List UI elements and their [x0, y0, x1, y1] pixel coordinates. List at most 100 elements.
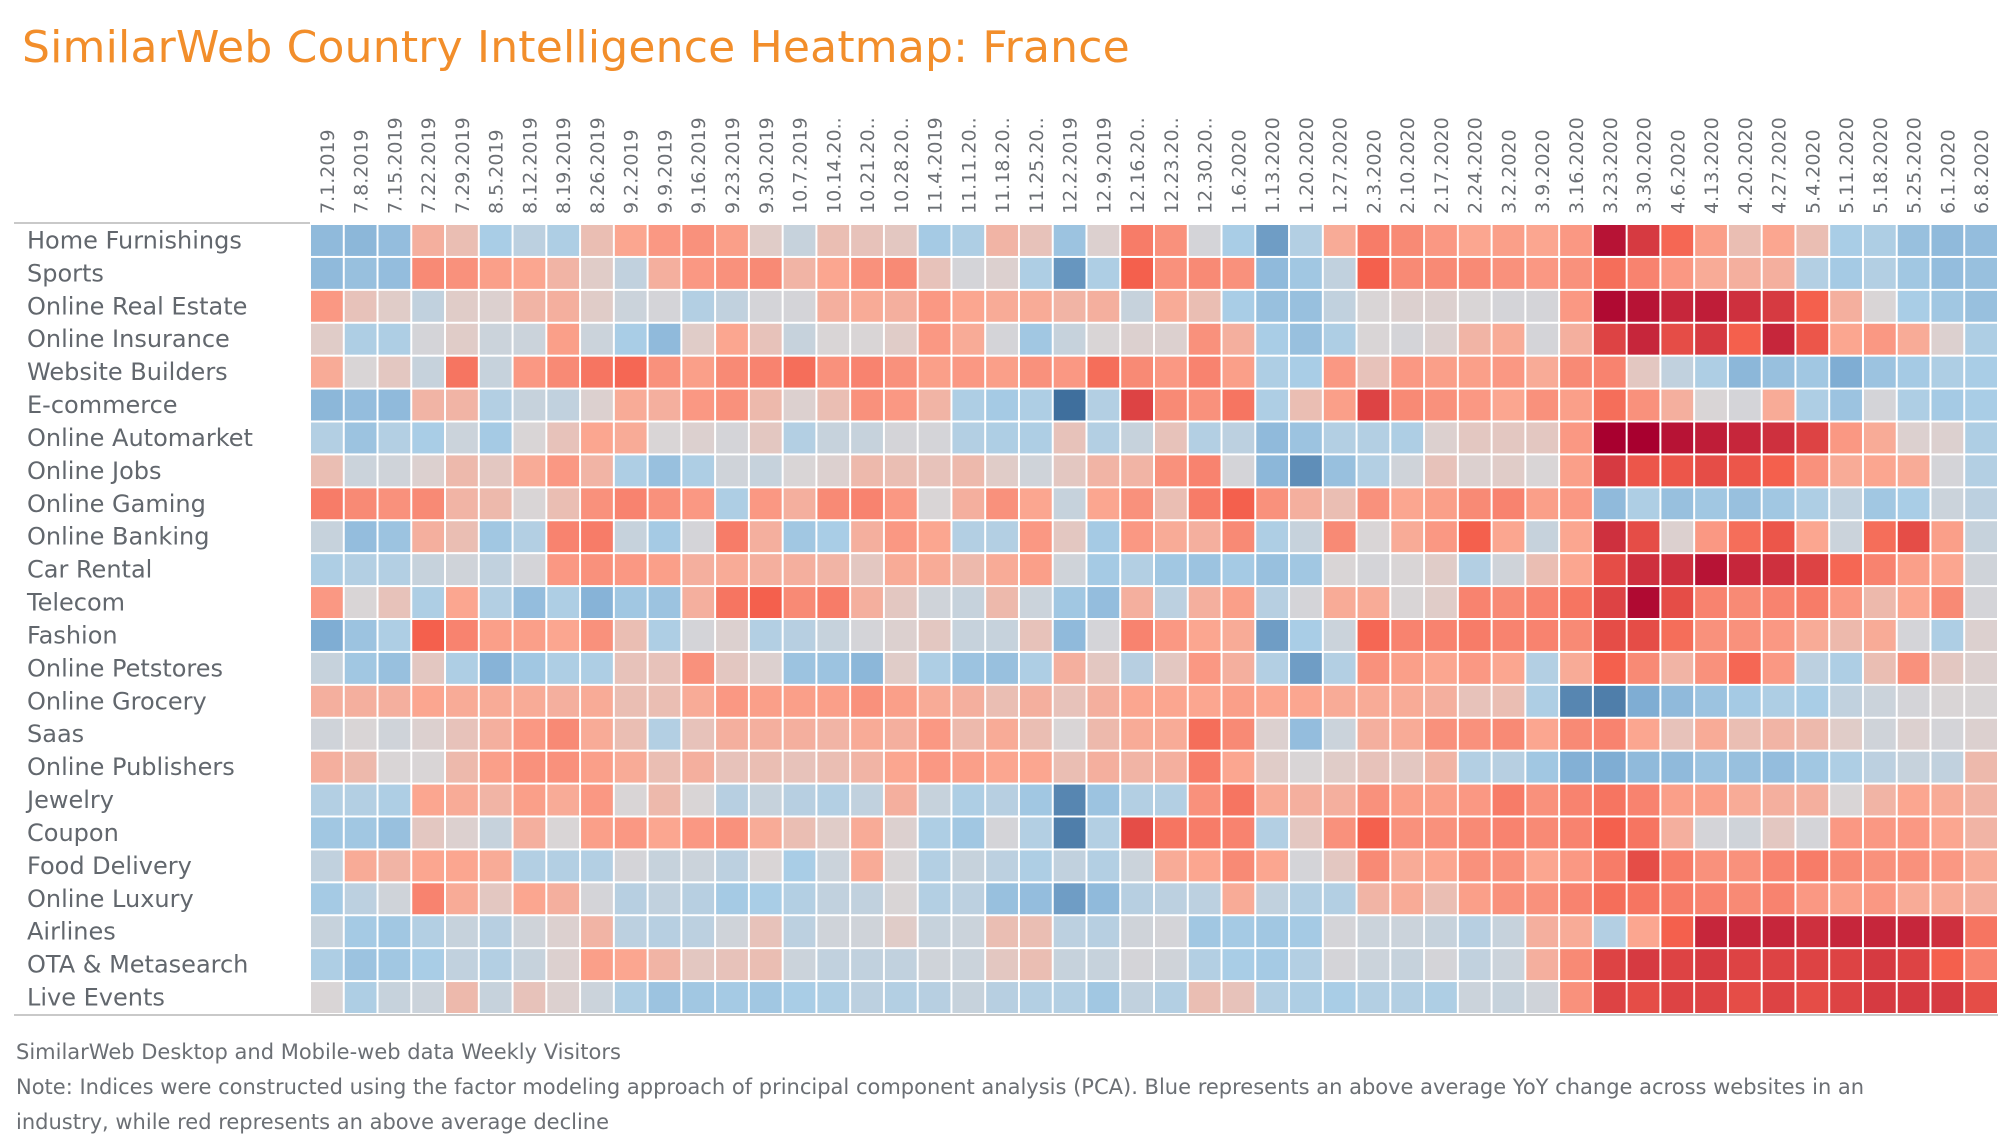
- heatmap-cell: [1256, 554, 1289, 586]
- heatmap-cell: [1121, 554, 1153, 586]
- heatmap-cell: [1425, 356, 1457, 388]
- heatmap-cell: [952, 323, 985, 355]
- heatmap-cell: [1357, 652, 1390, 684]
- heatmap-cell: [1256, 422, 1289, 454]
- row-label: OTA & Metasearch: [27, 951, 248, 979]
- heatmap-cell: [1897, 685, 1930, 717]
- heatmap-cell: [1897, 488, 1930, 520]
- heatmap-cell: [1492, 817, 1525, 849]
- heatmap-cell: [1863, 916, 1896, 948]
- column-label: 12.9.2019: [1093, 117, 1115, 214]
- heatmap-cell: [1019, 949, 1052, 981]
- heatmap-cell: [1728, 290, 1761, 322]
- heatmap-cell: [1627, 455, 1660, 487]
- heatmap-cell: [1661, 916, 1694, 948]
- heatmap-cell: [1492, 290, 1525, 322]
- heatmap-cell: [1897, 554, 1930, 586]
- heatmap-cell: [682, 587, 715, 618]
- heatmap-cell: [682, 422, 715, 454]
- heatmap-cell: [513, 455, 546, 487]
- heatmap-cell: [412, 685, 445, 717]
- heatmap-cell: [1188, 751, 1221, 783]
- heatmap-cell: [986, 784, 1018, 816]
- heatmap-cell: [1121, 784, 1153, 816]
- heatmap-cell: [1357, 949, 1390, 981]
- heatmap-cell: [344, 718, 377, 750]
- heatmap-cell: [851, 521, 883, 553]
- heatmap-cell: [1897, 225, 1930, 256]
- heatmap-cell: [1323, 685, 1356, 717]
- heatmap-cell: [986, 883, 1018, 915]
- heatmap-cell: [547, 620, 580, 651]
- heatmap-cell: [1526, 883, 1559, 915]
- heatmap-cell: [1357, 225, 1390, 256]
- heatmap-cell: [1931, 356, 1964, 388]
- heatmap-cell: [311, 916, 343, 948]
- heatmap-cell: [1053, 916, 1086, 948]
- heatmap-cell: [918, 323, 951, 355]
- heatmap-cell: [1053, 488, 1086, 520]
- heatmap-cell: [1830, 784, 1862, 816]
- heatmap-cell: [513, 850, 546, 882]
- heatmap-cell: [1965, 850, 1997, 882]
- heatmap-cell: [1391, 685, 1424, 717]
- heatmap-cell: [1019, 225, 1052, 256]
- heatmap-cell: [1323, 751, 1356, 783]
- heatmap-cell: [1695, 784, 1727, 816]
- heatmap-cell: [1661, 883, 1694, 915]
- heatmap-cell: [817, 685, 850, 717]
- heatmap-cell: [749, 685, 782, 717]
- heatmap-cell: [1121, 488, 1153, 520]
- heatmap-cell: [1695, 652, 1727, 684]
- heatmap-cell: [479, 290, 512, 322]
- heatmap-cell: [1830, 685, 1862, 717]
- heatmap-cell: [952, 949, 985, 981]
- heatmap-cell: [884, 652, 917, 684]
- heatmap-cell: [1019, 587, 1052, 618]
- heatmap-cell: [1121, 422, 1153, 454]
- heatmap-cell: [1256, 685, 1289, 717]
- heatmap-cell: [479, 949, 512, 981]
- heatmap-cell: [311, 554, 343, 586]
- heatmap-cell: [479, 850, 512, 882]
- heatmap-cell: [1863, 982, 1896, 1013]
- heatmap-cell: [716, 751, 748, 783]
- heatmap-cell: [952, 356, 985, 388]
- heatmap-cell: [884, 620, 917, 651]
- heatmap-cell: [378, 982, 411, 1013]
- heatmap-cell: [918, 652, 951, 684]
- heatmap-cell: [1526, 817, 1559, 849]
- heatmap-cell: [378, 751, 411, 783]
- heatmap-cell: [1492, 620, 1525, 651]
- heatmap-cell: [1256, 290, 1289, 322]
- heatmap-cell: [1830, 323, 1862, 355]
- heatmap-cell: [1796, 225, 1829, 256]
- heatmap-cell: [1425, 916, 1457, 948]
- column-label: 4.20.2020: [1735, 117, 1757, 214]
- heatmap-cell: [1121, 356, 1153, 388]
- heatmap-cell: [952, 488, 985, 520]
- heatmap-cell: [1391, 751, 1424, 783]
- heatmap-cell: [682, 620, 715, 651]
- heatmap-cell: [1188, 916, 1221, 948]
- heatmap-cell: [1391, 982, 1424, 1013]
- heatmap-cell: [918, 257, 951, 289]
- heatmap-cell: [1323, 718, 1356, 750]
- heatmap-cell: [547, 850, 580, 882]
- heatmap-cell: [1492, 587, 1525, 618]
- heatmap-cell: [918, 554, 951, 586]
- heatmap-cell: [1661, 652, 1694, 684]
- heatmap-cell: [648, 290, 681, 322]
- heatmap-cell: [1627, 850, 1660, 882]
- heatmap-cell: [648, 356, 681, 388]
- heatmap-cell: [378, 455, 411, 487]
- heatmap-cell: [1323, 883, 1356, 915]
- heatmap-cell: [1762, 982, 1795, 1013]
- heatmap-cell: [1357, 982, 1390, 1013]
- heatmap-cell: [1627, 817, 1660, 849]
- heatmap-cell: [1863, 225, 1896, 256]
- column-label: 8.19.2019: [553, 117, 575, 214]
- heatmap-cell: [851, 718, 883, 750]
- heatmap-cell: [1087, 225, 1120, 256]
- heatmap-cell: [1425, 982, 1457, 1013]
